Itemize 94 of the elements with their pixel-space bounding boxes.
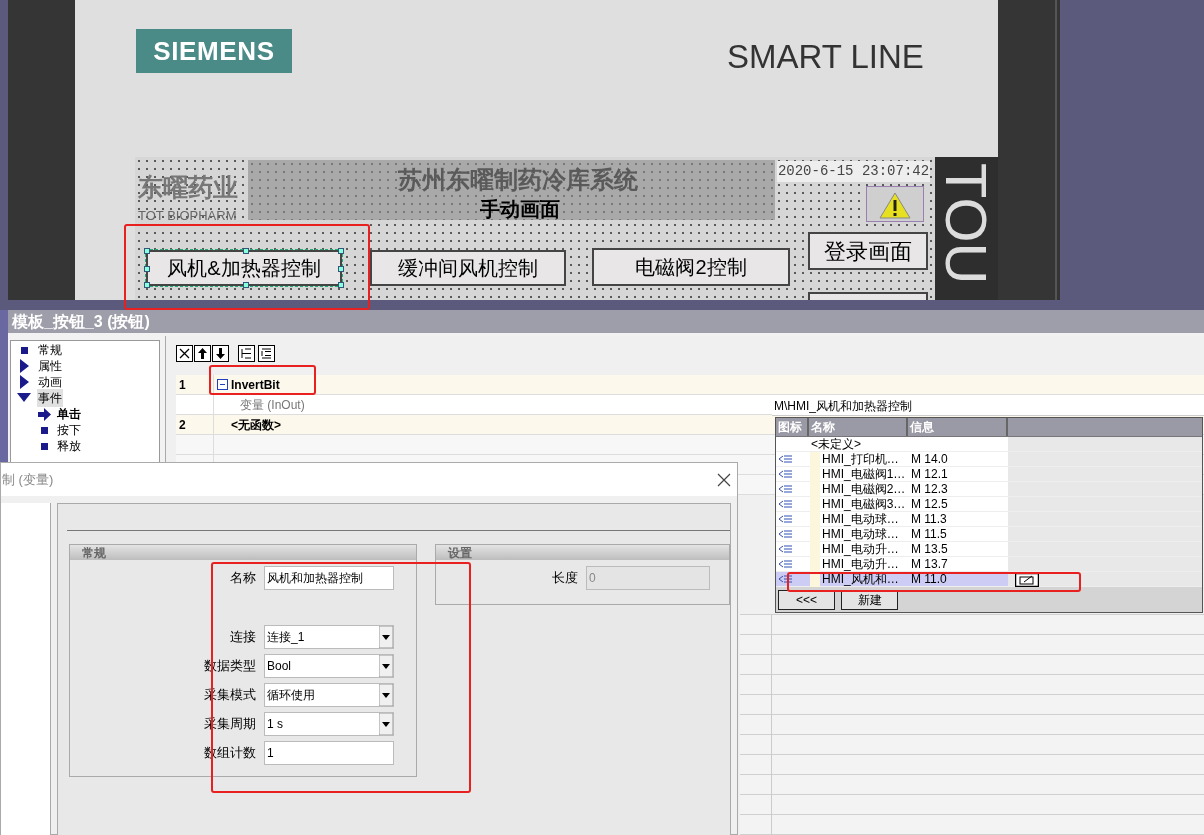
list-button[interactable]: 新建	[841, 590, 898, 610]
tag-row[interactable]: HMI_打印机… M 14.0	[776, 452, 1202, 467]
group-title: 设置	[448, 544, 472, 562]
tag-row[interactable]: HMI_电磁阀3… M 12.5	[776, 497, 1202, 512]
tag-address: M 12.3	[911, 481, 948, 498]
side-label: TOU	[937, 163, 995, 285]
dropdown-field[interactable]: Bool	[264, 654, 394, 678]
field-label: 名称	[229, 569, 256, 588]
tag-row[interactable]: <未定义>	[776, 437, 1202, 452]
tag-address: M 11.5	[911, 526, 947, 543]
function-name[interactable]: InvertBit	[231, 375, 280, 394]
collapse-triangle-icon[interactable]	[17, 393, 31, 403]
group-title: 常规	[82, 544, 106, 562]
list-button[interactable]: <<<	[778, 590, 835, 610]
dropdown-arrow-icon[interactable]	[379, 655, 393, 677]
tree-item[interactable]: 属性	[37, 357, 63, 375]
tag-row[interactable]: HMI_电动球… M 11.5	[776, 527, 1202, 542]
tag-icon	[779, 485, 792, 493]
tag-row[interactable]: HMI_电磁阀1… M 12.1	[776, 467, 1202, 482]
dropdown-field[interactable]: 连接_1	[264, 625, 394, 649]
screen-button[interactable]: 风机&加热器控制	[146, 250, 342, 286]
tag-name: <未定义>	[810, 436, 861, 453]
panel-title: 模板_按钮_3 (按钮)	[8, 310, 1204, 333]
tag-icon	[779, 530, 792, 538]
tag-name: HMI_电磁阀3…	[822, 496, 906, 513]
row-number: 2	[179, 416, 186, 434]
dropdown-arrow-icon[interactable]	[379, 626, 393, 648]
screen-button[interactable]: 缓冲间风机控制	[370, 250, 566, 286]
tree-item[interactable]: 事件	[37, 389, 63, 407]
bullet-icon	[40, 442, 48, 450]
date-time: 2020-6-15 23:07:42	[777, 161, 930, 182]
warning-icon[interactable]	[866, 186, 924, 222]
field-label: 连接	[229, 628, 256, 647]
expand-triangle-icon[interactable]	[19, 359, 29, 373]
tag-name: HMI_打印机…	[822, 451, 899, 468]
tree-item[interactable]: 常规	[37, 341, 63, 359]
parameter-label: 变量 (InOut)	[240, 396, 305, 414]
field-label: 长度	[551, 569, 578, 588]
bullet-icon	[20, 346, 28, 354]
tag-row[interactable]: HMI_电磁阀2… M 12.3	[776, 482, 1202, 497]
tag-icon	[779, 515, 792, 523]
company-logo-text: 东曜药业	[138, 173, 238, 203]
tag-icon	[779, 560, 792, 568]
collapse-icon[interactable]	[217, 379, 228, 390]
tag-row[interactable]: HMI_电动球… M 11.3	[776, 512, 1202, 527]
tag-row[interactable]: HMI_电动升… M 13.5	[776, 542, 1202, 557]
dropdown-field[interactable]: 循环使用	[264, 683, 394, 707]
tag-name: HMI_电磁阀1…	[822, 466, 906, 483]
tag-icon	[779, 455, 792, 463]
indent-icon[interactable]	[258, 345, 275, 362]
company-logo-subtitle: TOT BIOPHARM	[138, 207, 237, 225]
tag-name: HMI_电动球…	[822, 511, 899, 528]
tag-address: M 13.5	[911, 541, 948, 558]
arrow-right-icon	[37, 407, 51, 421]
tag-icon	[779, 545, 792, 553]
tag-path-field[interactable]: M\HMI_风机和加热器控制	[772, 397, 1204, 416]
dialog-title: 制 (变量)	[2, 470, 54, 489]
dropdown-arrow-icon[interactable]	[379, 713, 393, 735]
tag-address: M 11.0	[911, 571, 947, 588]
input-field[interactable]: 1	[264, 741, 394, 765]
tag-name: HMI_电动升…	[822, 556, 899, 573]
tag-address: M 12.1	[911, 466, 948, 483]
tree-item[interactable]: 按下	[57, 421, 81, 439]
close-icon[interactable]	[717, 472, 731, 487]
bullet-icon	[40, 426, 48, 434]
outdent-icon[interactable]	[238, 345, 255, 362]
model-label: SMART LINE	[727, 37, 924, 77]
tag-address: M 14.0	[911, 451, 948, 468]
tag-address: M 11.3	[911, 511, 947, 528]
arrow-down-icon[interactable]	[212, 345, 229, 362]
tag-name: HMI_电动升…	[822, 541, 899, 558]
dropdown-arrow-icon[interactable]	[379, 684, 393, 706]
tree-item[interactable]: 单击	[57, 405, 81, 423]
tree-item[interactable]: 动画	[37, 373, 63, 391]
screen-title: 苏州东曜制药冷库系统	[398, 166, 638, 195]
tag-icon	[779, 500, 792, 508]
tag-address: M 12.5	[911, 496, 948, 513]
dropdown-field[interactable]: 1 s	[264, 712, 394, 736]
tag-icon	[779, 575, 792, 583]
tree-item[interactable]: 释放	[57, 437, 81, 455]
input-field[interactable]: 风机和加热器控制	[264, 566, 394, 590]
expand-triangle-icon[interactable]	[19, 375, 29, 389]
row-number: 1	[179, 376, 186, 394]
tag-name: HMI_电磁阀2…	[822, 481, 906, 498]
delete-icon[interactable]	[176, 345, 193, 362]
function-name[interactable]: <无函数>	[231, 415, 281, 434]
tag-address: M 13.7	[911, 556, 948, 573]
screen-button[interactable]: 登录画面	[808, 232, 928, 270]
brand-logo: SIEMENS	[136, 29, 292, 73]
tag-icon	[779, 470, 792, 478]
screen-button[interactable]: 电磁阀2控制	[592, 248, 790, 286]
tag-name: HMI_电动球…	[822, 526, 899, 543]
arrow-up-icon[interactable]	[194, 345, 211, 362]
screen-subtitle: 手动画面	[480, 197, 560, 222]
